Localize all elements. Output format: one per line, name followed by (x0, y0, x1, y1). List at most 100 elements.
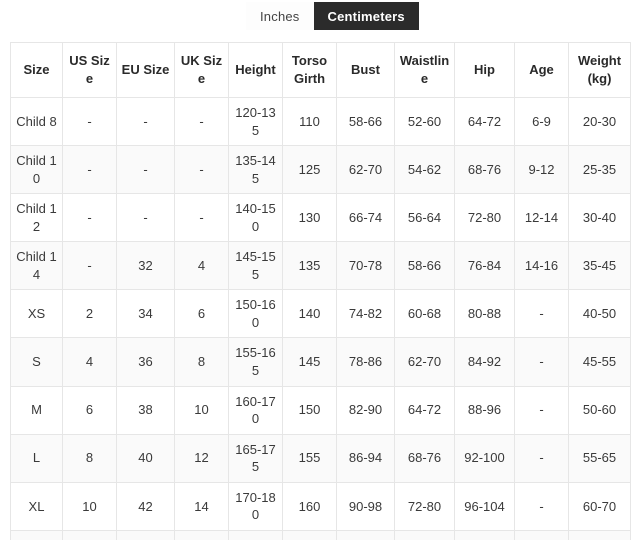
cell-age: 9-12 (514, 145, 569, 195)
cell-uk-size: - (174, 96, 229, 147)
cell-weight: 30-40 (568, 193, 631, 243)
cell-age: 14-16 (514, 241, 569, 291)
cell-height: 155-165 (228, 337, 283, 387)
cell-height: 145-155 (228, 241, 283, 291)
cell-weight: 50-60 (568, 385, 631, 435)
unit-toggle-inches[interactable]: Inches (246, 2, 314, 30)
cell-age: 12-14 (514, 193, 569, 243)
cell-weight: 20-30 (568, 96, 631, 147)
cell-uk-size: - (174, 193, 229, 243)
cell-torso-girth: 130 (282, 193, 337, 243)
column-header-weight: Weight (kg) (568, 42, 631, 98)
cell-size: XL (10, 481, 63, 531)
cell-bust: 66-74 (336, 193, 395, 243)
cell-us-size: 12-14 (62, 529, 117, 540)
cell-torso-girth: 135 (282, 241, 337, 291)
cell-waistline: 60-68 (394, 289, 455, 339)
cell-eu-size: - (116, 96, 175, 147)
cell-torso-girth: 160 (282, 481, 337, 531)
cell-uk-size: 6 (174, 289, 229, 339)
cell-hip: 80-88 (454, 289, 515, 339)
cell-waistline: 54-62 (394, 145, 455, 195)
cell-uk-size: 4 (174, 241, 229, 291)
cell-bust: 90-98 (336, 481, 395, 531)
cell-hip: 88-96 (454, 385, 515, 435)
cell-height: 150-160 (228, 289, 283, 339)
unit-toggle-group: Inches Centimeters (246, 2, 419, 30)
cell-hip: 100-108 (454, 529, 515, 540)
cell-size: Child 8 (10, 96, 63, 147)
cell-weight: 65-75 (568, 529, 631, 540)
cell-size: Child 10 (10, 145, 63, 195)
cell-size: Child 14 (10, 241, 63, 291)
table-row: XXL12-1444-4816-18175-18516594-10276-841… (10, 529, 631, 540)
cell-weight: 55-65 (568, 433, 631, 483)
table-header: Size US Size EU Size UK Size Height Tors… (10, 42, 631, 98)
cell-height: 140-150 (228, 193, 283, 243)
table-row: S 4 36 8 155-165 145 78-86 62-70 84-92-45-55 (10, 337, 631, 387)
cell-hip: 76-84 (454, 241, 515, 291)
cell-uk-size: 16-18 (174, 529, 229, 540)
cell-waistline: 72-80 (394, 481, 455, 531)
cell-torso-girth: 150 (282, 385, 337, 435)
cell-size: S (10, 337, 63, 387)
cell-waistline: 62-70 (394, 337, 455, 387)
unit-toggle-centimeters[interactable]: Centimeters (313, 2, 419, 30)
cell-us-size: - (62, 145, 117, 195)
cell-height: 135-145 (228, 145, 283, 195)
cell-eu-size: 38 (116, 385, 175, 435)
cell-torso-girth: 145 (282, 337, 337, 387)
cell-uk-size: - (174, 145, 229, 195)
cell-bust: 78-86 (336, 337, 395, 387)
cell-bust: 62-70 (336, 145, 395, 195)
table-body: Child 8- - -120-135 110 58-66 52-60 64-72 6-9 20… (10, 96, 631, 540)
cell-age: - (514, 385, 569, 435)
cell-eu-size: 40 (116, 433, 175, 483)
cell-eu-size: 44-48 (116, 529, 175, 540)
cell-hip: 84-92 (454, 337, 515, 387)
cell-bust: 58-66 (336, 96, 395, 147)
cell-waistline: 58-66 (394, 241, 455, 291)
table-header-row: Size US Size EU Size UK Size Height Tors… (10, 42, 631, 98)
table-row: Child 8- - -120-135 110 58-66 52-60 64-72 6-9 20… (10, 96, 631, 147)
cell-hip: 64-72 (454, 96, 515, 147)
cell-age: - (514, 337, 569, 387)
cell-uk-size: 8 (174, 337, 229, 387)
cell-age: - (514, 529, 569, 540)
cell-eu-size: 32 (116, 241, 175, 291)
cell-torso-girth: 125 (282, 145, 337, 195)
cell-eu-size: - (116, 193, 175, 243)
cell-height: 170-180 (228, 481, 283, 531)
size-chart-page: Inches Centimeters Size US Size EU Size … (0, 0, 640, 540)
cell-age: 6-9 (514, 96, 569, 147)
cell-age: - (514, 481, 569, 531)
table-row: Child 14-32 4 145-155 135 70-78 58-66 76-84 14-… (10, 241, 631, 291)
cell-size: L (10, 433, 63, 483)
cell-size: Child 12 (10, 193, 63, 243)
cell-bust: 82-90 (336, 385, 395, 435)
cell-us-size: 10 (62, 481, 117, 531)
cell-height: 165-175 (228, 433, 283, 483)
cell-waistline: 56-64 (394, 193, 455, 243)
column-header-hip: Hip (454, 42, 515, 98)
column-header-eu-size: EU Size (116, 42, 175, 98)
table-row: Child 10- - -135-145 125 62-70 54-62 68-76 9-12… (10, 145, 631, 195)
cell-eu-size: 36 (116, 337, 175, 387)
column-header-torso-girth: Torso Girth (282, 42, 337, 98)
cell-height: 175-185 (228, 529, 283, 540)
cell-size: M (10, 385, 63, 435)
cell-torso-girth: 165 (282, 529, 337, 540)
table-row: M 6 38 10 160-170 150 82-90 64-72 88-96-50-60 (10, 385, 631, 435)
cell-size: XS (10, 289, 63, 339)
cell-eu-size: 42 (116, 481, 175, 531)
cell-torso-girth: 110 (282, 96, 337, 147)
cell-age: - (514, 289, 569, 339)
cell-age: - (514, 433, 569, 483)
cell-us-size: - (62, 96, 117, 147)
cell-hip: 72-80 (454, 193, 515, 243)
cell-hip: 96-104 (454, 481, 515, 531)
cell-uk-size: 12 (174, 433, 229, 483)
cell-us-size: 8 (62, 433, 117, 483)
column-header-uk-size: UK Size (174, 42, 229, 98)
cell-us-size: 4 (62, 337, 117, 387)
